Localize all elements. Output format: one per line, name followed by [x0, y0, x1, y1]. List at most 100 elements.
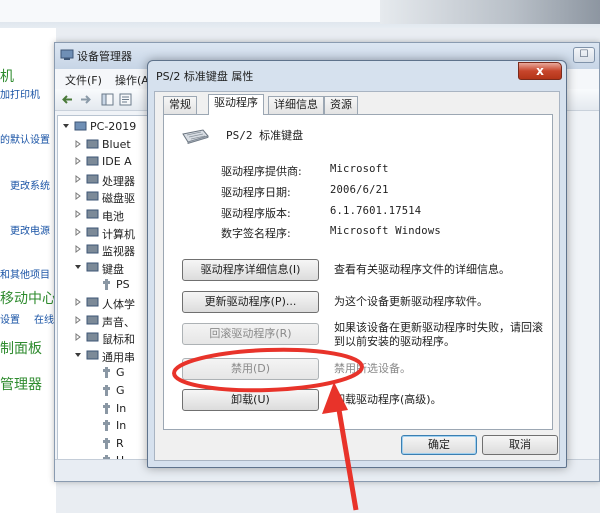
ok-button[interactable]: 确定	[401, 435, 477, 455]
tree-item-label: 声音、	[102, 315, 135, 329]
back-arrow-icon[interactable]	[61, 93, 74, 106]
cp-heading-printers: 机	[0, 69, 14, 85]
menu-file[interactable]: 文件(F)	[65, 72, 102, 88]
cp-link-change-power[interactable]: 更改电源	[10, 222, 50, 237]
tree-item-label: 键盘	[102, 262, 124, 276]
close-button[interactable]: x	[518, 62, 562, 80]
cp-heading-control-panel: 制面板	[0, 341, 42, 357]
tab-general[interactable]: 常规	[163, 96, 197, 114]
expand-arrow-icon[interactable]	[62, 122, 70, 130]
driver-date-label: 驱动程序日期:	[221, 186, 291, 199]
menu-action[interactable]: 操作(A	[115, 72, 149, 88]
expand-arrow-icon[interactable]	[74, 192, 82, 201]
device-icon	[103, 437, 110, 449]
tree-item-label: R	[116, 436, 124, 450]
tree-item-label: Bluet	[102, 137, 131, 151]
tree-item-label: 人体学	[102, 298, 135, 311]
update-driver-button[interactable]: 更新驱动程序(P)...	[182, 291, 319, 313]
show-hide-tree-icon[interactable]	[101, 93, 114, 106]
driver-date-value: 2006/6/21	[330, 184, 389, 196]
maximize-button[interactable]: ☐	[573, 47, 595, 63]
device-icon	[86, 350, 99, 360]
uninstall-driver-desc: 卸载驱动程序(高级)。	[334, 393, 442, 406]
device-manager-icon	[60, 49, 74, 60]
expand-arrow-icon[interactable]	[74, 263, 82, 271]
device-icon	[86, 209, 99, 219]
tree-item-label: G	[116, 366, 125, 380]
device-icon	[103, 367, 110, 379]
expand-arrow-icon[interactable]	[74, 315, 82, 324]
device-icon	[86, 297, 99, 307]
cp-link-add-printer[interactable]: 加打印机	[0, 86, 40, 101]
digital-signer-label: 数字签名程序:	[221, 227, 291, 240]
uninstall-driver-button[interactable]: 卸载(U)	[182, 389, 319, 411]
tree-item-label: 处理器	[102, 174, 135, 188]
expand-arrow-icon[interactable]	[74, 298, 82, 306]
device-name: PS/2 标准键盘	[226, 129, 304, 142]
tab-driver[interactable]: 驱动程序	[208, 94, 264, 115]
driver-version-label: 驱动程序版本:	[221, 207, 291, 220]
expand-arrow-icon[interactable]	[74, 139, 82, 148]
device-icon	[86, 262, 99, 272]
tree-item-label: 磁盘驱	[102, 192, 135, 206]
forward-arrow-icon[interactable]	[79, 93, 92, 106]
top-window-edge	[0, 0, 380, 22]
driver-tab-panel: PS/2 标准键盘 驱动程序提供商: Microsoft 驱动程序日期: 200…	[163, 114, 553, 430]
cp-link-other-items[interactable]: 和其他项目	[0, 266, 50, 281]
driver-provider-label: 驱动程序提供商:	[221, 165, 302, 178]
tree-item-label: 鼠标和	[102, 333, 135, 347]
tree-item-label: IDE A	[102, 155, 132, 169]
cp-heading-manager: 管理器	[0, 377, 42, 393]
tree-item-label: In	[116, 419, 127, 433]
device-icon	[103, 385, 110, 396]
device-icon	[86, 315, 99, 325]
expand-arrow-icon[interactable]	[74, 157, 82, 166]
tree-item-label: In	[116, 401, 127, 415]
tree-item-label: 通用串	[102, 350, 135, 364]
expand-arrow-icon[interactable]	[74, 351, 82, 359]
top-window-shadow	[380, 0, 600, 24]
driver-provider-value: Microsoft	[330, 163, 389, 175]
device-icon	[74, 121, 87, 131]
driver-version-value: 6.1.7601.17514	[330, 205, 422, 217]
device-icon	[86, 332, 99, 342]
cp-heading-mobility-center: 移动中心	[0, 291, 56, 307]
cp-link-change-system[interactable]: 更改系统	[10, 177, 50, 192]
device-icon	[103, 279, 110, 291]
properties-icon[interactable]	[119, 93, 132, 106]
expand-arrow-icon[interactable]	[74, 210, 82, 218]
device-icon	[86, 244, 99, 254]
disable-device-button[interactable]: 禁用(D)	[182, 358, 319, 380]
tree-item-label: 监视器	[102, 245, 135, 259]
dialog-title: PS/2 标准键盘 属性	[156, 70, 254, 83]
device-icon	[103, 402, 110, 414]
control-panel-background: 机 加打印机 的默认设置 更改系统 更改电源 和其他项目 移动中心 设置 在线 …	[0, 28, 56, 513]
cp-link-default-settings[interactable]: 的默认设置	[0, 131, 50, 146]
cp-link-settings[interactable]: 设置	[0, 311, 20, 326]
disable-device-desc: 禁用所选设备。	[334, 362, 411, 375]
expand-arrow-icon[interactable]	[74, 333, 82, 342]
tree-item-label: PC-2019	[90, 120, 137, 133]
cp-link-online[interactable]: 在线	[34, 311, 54, 326]
device-icon	[103, 420, 110, 432]
device-icon	[86, 174, 99, 184]
tree-item-label: G	[116, 384, 125, 397]
update-driver-desc: 为这个设备更新驱动程序软件。	[334, 295, 488, 308]
device-icon	[86, 191, 99, 201]
device-icon	[86, 156, 99, 166]
rollback-driver-desc: 如果该设备在更新驱动程序时失败，请回滚到以前安装的驱动程序。	[334, 321, 543, 348]
tree-item-label: 电池	[102, 210, 124, 223]
expand-arrow-icon[interactable]	[74, 174, 82, 183]
dialog-body: 常规 驱动程序 详细信息 资源 PS/2 标准键盘 驱动程序提供商: Micro…	[154, 91, 560, 461]
device-tree: PC-2019 Bluet IDE A 处理器磁盘驱电池计算机监视器键盘 PS 人体学声音…	[57, 115, 157, 479]
cancel-button[interactable]: 取消	[482, 435, 558, 455]
tab-resources[interactable]: 资源	[324, 96, 358, 114]
tree-item-label: PS	[116, 278, 130, 292]
tab-details[interactable]: 详细信息	[268, 96, 324, 114]
rollback-driver-button[interactable]: 回滚驱动程序(R)	[182, 323, 319, 345]
tree-item-label: 计算机	[102, 227, 135, 241]
expand-arrow-icon[interactable]	[74, 227, 82, 236]
properties-dialog: PS/2 标准键盘 属性 x 常规 驱动程序 详细信息 资源 PS/2 标准键盘…	[147, 60, 567, 468]
driver-details-button[interactable]: 驱动程序详细信息(I)	[182, 259, 319, 281]
expand-arrow-icon[interactable]	[74, 245, 82, 254]
